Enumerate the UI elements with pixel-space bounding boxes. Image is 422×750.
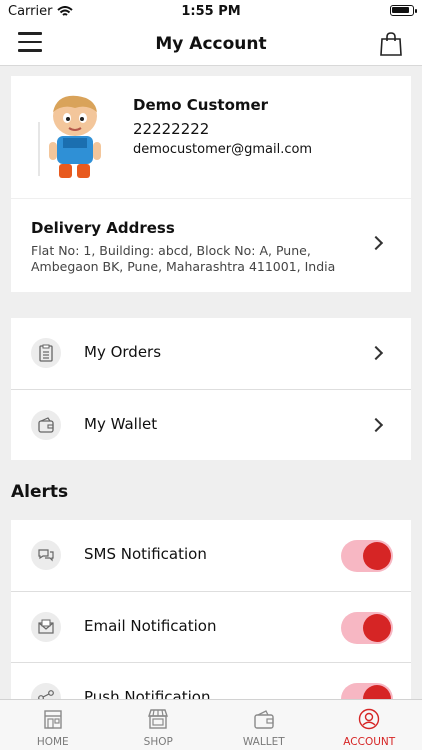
customer-email: democustomer@gmail.com (133, 142, 313, 157)
email-notification-label: Email Notification (84, 617, 217, 635)
tab-account-label: ACCOUNT (343, 736, 396, 748)
shop-awning-icon (148, 709, 169, 729)
tab-shop[interactable]: SHOP (106, 700, 212, 750)
tab-account[interactable]: ACCOUNT (317, 700, 422, 750)
alerts-heading: Alerts (11, 482, 69, 502)
avatar (38, 95, 101, 178)
status-bar: Carrier 1:55 PM (0, 0, 422, 22)
alerts-settings: SMS Notification Email Notification Push… (11, 520, 411, 699)
account-menu: My Orders My Wallet (11, 318, 411, 460)
push-notification-toggle[interactable] (341, 683, 393, 699)
profile-card[interactable]: Demo Customer 22222222 democustomer@gmai… (11, 76, 411, 198)
tab-wallet-label: WALLET (242, 736, 285, 748)
delivery-address-card[interactable]: Delivery Address Flat No: 1, Building: a… (11, 199, 411, 292)
chevron-right-icon (368, 417, 384, 433)
email-notification-toggle[interactable] (341, 612, 393, 644)
share-icon (31, 683, 61, 699)
tab-shop-label: SHOP (143, 736, 173, 748)
status-time: 1:55 PM (181, 4, 241, 19)
email-notification-row: Email Notification (11, 591, 411, 662)
delivery-address-text: Flat No: 1, Building: abcd, Block No: A,… (31, 243, 361, 275)
push-notification-label: Push Notification (84, 688, 211, 699)
shopping-bag-icon[interactable] (380, 32, 402, 56)
page-title: My Account (155, 34, 267, 54)
battery-icon (390, 5, 417, 16)
storefront-icon (44, 710, 62, 729)
user-circle-icon (359, 708, 380, 730)
chevron-right-icon (368, 345, 384, 361)
tab-home[interactable]: HOME (0, 700, 106, 750)
sms-notification-label: SMS Notification (84, 545, 207, 563)
sms-notification-toggle[interactable] (341, 540, 393, 572)
delivery-address-title: Delivery Address (31, 219, 175, 237)
my-wallet-row[interactable]: My Wallet (11, 389, 411, 460)
customer-phone: 22222222 (133, 120, 210, 138)
address-line-2: Ambegaon BK, Pune, Maharashtra 411001, I… (31, 259, 336, 274)
envelope-icon (31, 612, 61, 642)
bottom-tab-bar: HOME SHOP WALLET ACCOUNT (0, 699, 422, 750)
account-content[interactable]: Demo Customer 22222222 democustomer@gmai… (0, 67, 422, 699)
push-notification-row: Push Notification (11, 662, 411, 699)
my-wallet-label: My Wallet (84, 415, 158, 433)
wallet-icon (254, 710, 274, 729)
my-orders-label: My Orders (84, 343, 162, 361)
my-orders-row[interactable]: My Orders (11, 318, 411, 389)
chevron-right-icon (368, 235, 384, 251)
chat-bubbles-icon (31, 540, 61, 570)
clipboard-icon (31, 338, 61, 368)
sms-notification-row: SMS Notification (11, 520, 411, 591)
navigation-bar: My Account (0, 22, 422, 66)
wallet-icon (31, 410, 61, 440)
tab-wallet[interactable]: WALLET (211, 700, 317, 750)
customer-name: Demo Customer (133, 96, 269, 114)
tab-home-label: HOME (36, 736, 69, 748)
address-line-1: Flat No: 1, Building: abcd, Block No: A,… (31, 243, 311, 258)
